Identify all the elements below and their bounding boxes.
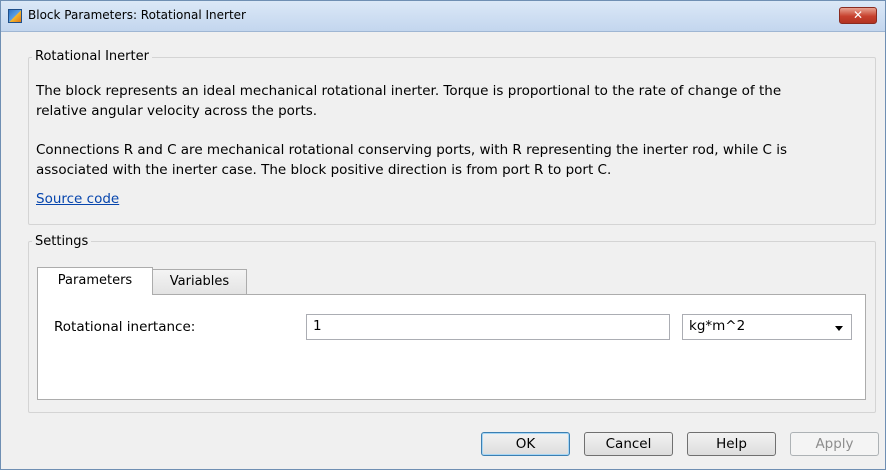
title-bar[interactable]: Block Parameters: Rotational Inerter ✕ (1, 1, 885, 32)
ok-button[interactable]: OK (481, 432, 570, 456)
unit-select[interactable]: kg*m^2 (682, 314, 852, 340)
tab-label: Variables (169, 274, 230, 289)
tab-label: Parameters (57, 273, 133, 288)
simulink-app-icon (8, 9, 22, 23)
dialog-window: Block Parameters: Rotational Inerter ✕ R… (0, 0, 886, 470)
rotational-inertance-label: Rotational inertance: (54, 319, 196, 335)
chevron-down-icon (835, 326, 843, 331)
tab-variables[interactable]: Variables (152, 269, 247, 294)
description-group-label: Rotational Inerter (32, 49, 152, 64)
rotational-inertance-input[interactable]: 1 (306, 314, 670, 340)
settings-group-label: Settings (32, 234, 92, 249)
input-value: 1 (313, 318, 322, 334)
close-icon: ✕ (852, 8, 864, 22)
description-line: associated with the inerter case. The bl… (36, 162, 612, 178)
description-text: The block represents an ideal mechanical… (36, 81, 874, 180)
window-title: Block Parameters: Rotational Inerter (28, 8, 246, 22)
apply-button[interactable]: Apply (790, 432, 879, 456)
description-line: relative angular velocity across the por… (36, 103, 318, 119)
close-button[interactable]: ✕ (839, 7, 877, 24)
description-line: Connections R and C are mechanical rotat… (36, 142, 788, 158)
tab-parameters[interactable]: Parameters (37, 267, 153, 295)
parameters-panel: Rotational inertance: 1 kg*m^2 (37, 294, 866, 400)
description-line: The block represents an ideal mechanical… (36, 83, 782, 99)
source-code-link[interactable]: Source code (36, 191, 119, 207)
cancel-button[interactable]: Cancel (584, 432, 673, 456)
help-button[interactable]: Help (687, 432, 776, 456)
unit-value: kg*m^2 (689, 318, 746, 334)
